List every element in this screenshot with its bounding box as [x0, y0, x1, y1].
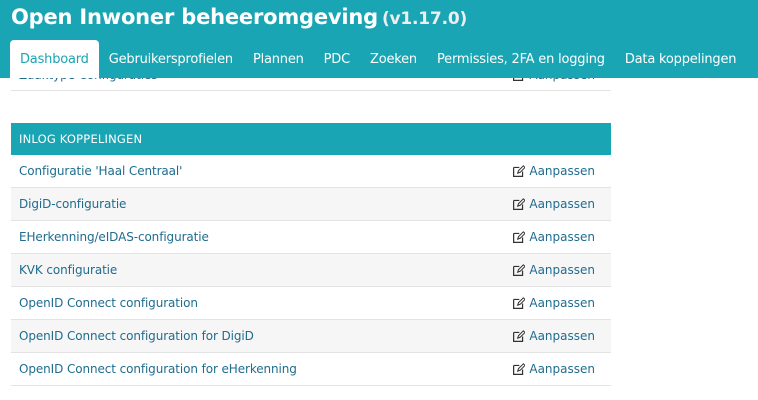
inlog-koppelingen-module: INLOG KOPPELINGEN Configuratie 'Haal Cen…	[11, 123, 611, 386]
version-label: (v1.17.0)	[381, 9, 468, 29]
edit-label: Aanpassen	[529, 329, 595, 343]
row-link[interactable]: DigiD-configuratie	[19, 197, 126, 211]
tab-gebruikersprofielen[interactable]: Gebruikersprofielen	[99, 40, 243, 78]
edit-icon	[513, 329, 526, 342]
row-link[interactable]: EHerkenning/eIDAS-configuratie	[19, 230, 209, 244]
edit-label: Aanpassen	[529, 230, 595, 244]
row-link[interactable]: Configuratie 'Haal Centraal'	[19, 164, 182, 178]
list-item: KVK configuratie Aanpassen	[11, 254, 611, 287]
edit-icon	[513, 197, 526, 210]
edit-link[interactable]: Aanpassen	[512, 230, 595, 244]
edit-label: Aanpassen	[529, 263, 595, 277]
module-caption: INLOG KOPPELINGEN	[11, 123, 611, 155]
list-item: Configuratie 'Haal Centraal' Aanpassen	[11, 155, 611, 188]
site-header: Open Inwoner beheeromgeving (v1.17.0) Das…	[0, 0, 758, 78]
list-item: DigiD-configuratie Aanpassen	[11, 188, 611, 221]
row-link[interactable]: OpenID Connect configuration for eHerken…	[19, 362, 297, 376]
list-item: EHerkenning/eIDAS-configuratie Aanpassen	[11, 221, 611, 254]
edit-link[interactable]: Aanpassen	[512, 329, 595, 343]
edit-link[interactable]: Aanpassen	[512, 164, 595, 178]
edit-icon	[513, 296, 526, 309]
tab-pdc[interactable]: PDC	[314, 40, 360, 78]
list-item: OpenID Connect configuration for DigiD A…	[11, 320, 611, 353]
edit-label: Aanpassen	[529, 164, 595, 178]
edit-label: Aanpassen	[529, 362, 595, 376]
edit-link[interactable]: Aanpassen	[512, 197, 595, 211]
main-nav: Dashboard Gebruikersprofielen Plannen PD…	[10, 40, 746, 78]
tab-permissies[interactable]: Permissies, 2FA en logging	[427, 40, 615, 78]
tab-data-koppelingen[interactable]: Data koppelingen	[615, 40, 746, 78]
row-link[interactable]: KVK configuratie	[19, 263, 117, 277]
edit-icon	[513, 164, 526, 177]
tab-zoeken[interactable]: Zoeken	[360, 40, 427, 78]
tab-dashboard[interactable]: Dashboard	[10, 40, 99, 78]
edit-label: Aanpassen	[529, 296, 595, 310]
edit-link[interactable]: Aanpassen	[512, 296, 595, 310]
list-item: OpenID Connect configuration Aanpassen	[11, 287, 611, 320]
site-title-text: Open Inwoner beheeromgeving	[11, 5, 378, 29]
edit-link[interactable]: Aanpassen	[512, 263, 595, 277]
edit-icon	[513, 362, 526, 375]
site-title[interactable]: Open Inwoner beheeromgeving (v1.17.0)	[11, 2, 467, 34]
row-link[interactable]: OpenID Connect configuration for DigiD	[19, 329, 254, 343]
row-link[interactable]: OpenID Connect configuration	[19, 296, 198, 310]
tab-plannen[interactable]: Plannen	[243, 40, 314, 78]
edit-icon	[513, 263, 526, 276]
edit-icon	[513, 230, 526, 243]
edit-label: Aanpassen	[529, 197, 595, 211]
list-item: OpenID Connect configuration for eHerken…	[11, 353, 611, 386]
edit-link[interactable]: Aanpassen	[512, 362, 595, 376]
